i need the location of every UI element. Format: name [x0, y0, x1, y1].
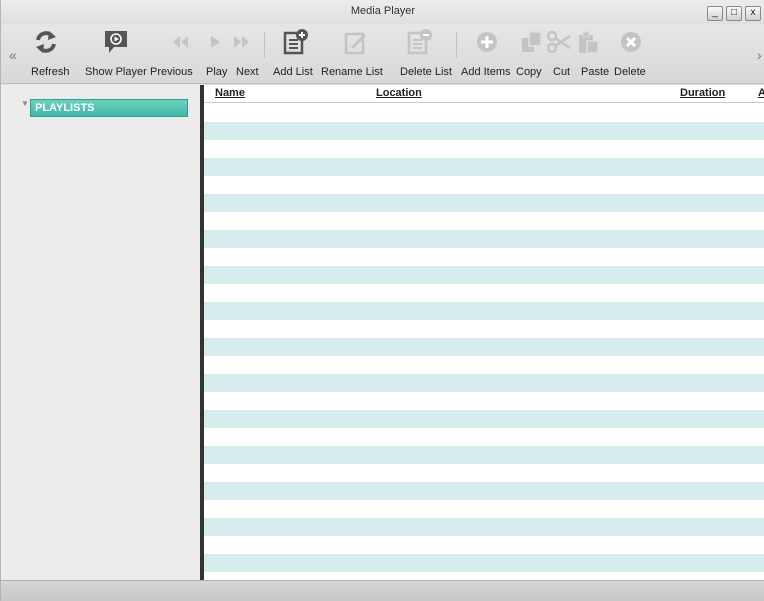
table-row[interactable]: [204, 266, 764, 284]
previous-button[interactable]: Previous: [150, 66, 193, 78]
delete-icon[interactable]: [619, 26, 643, 58]
toolbar-scroll-left-button[interactable]: «: [9, 47, 17, 63]
table-row[interactable]: [204, 140, 764, 158]
toolbar-scroll-right-button[interactable]: ›: [757, 47, 762, 63]
table-row[interactable]: [204, 104, 764, 122]
minimize-button[interactable]: _: [707, 6, 723, 21]
table-row[interactable]: [204, 230, 764, 248]
table-row[interactable]: [204, 374, 764, 392]
delete-list-button[interactable]: Delete List: [400, 66, 452, 78]
add-items-button[interactable]: Add Items: [461, 66, 511, 78]
table-row[interactable]: [204, 176, 764, 194]
paste-button[interactable]: Paste: [581, 66, 609, 78]
table-row[interactable]: [204, 536, 764, 554]
window-title: Media Player: [350, 5, 416, 17]
table-row[interactable]: [204, 248, 764, 266]
refresh-icon[interactable]: [33, 26, 59, 58]
table-row[interactable]: [204, 500, 764, 518]
table-body: [204, 104, 764, 572]
column-header-duration[interactable]: Duration: [680, 87, 725, 99]
add-list-icon[interactable]: [282, 26, 310, 58]
show-player-button[interactable]: Show Player: [85, 66, 147, 78]
table-row[interactable]: [204, 410, 764, 428]
rename-list-button[interactable]: Rename List: [321, 66, 383, 78]
play-button[interactable]: Play: [206, 66, 227, 78]
play-icon[interactable]: [208, 26, 222, 58]
table-row[interactable]: [204, 356, 764, 374]
table-row[interactable]: [204, 554, 764, 572]
table-row[interactable]: [204, 212, 764, 230]
paste-icon[interactable]: [575, 26, 601, 58]
copy-button[interactable]: Copy: [516, 66, 542, 78]
add-list-button[interactable]: Add List: [273, 66, 313, 78]
table-row[interactable]: [204, 428, 764, 446]
delete-button[interactable]: Delete: [614, 66, 646, 78]
column-header-name[interactable]: Name: [215, 87, 245, 99]
expand-arrow-icon[interactable]: ▼: [21, 99, 29, 108]
cut-button[interactable]: Cut: [553, 66, 570, 78]
status-bar: [1, 580, 764, 601]
toolbar: « › Refresh Show Player Previous Play Ne…: [1, 24, 764, 84]
table-row[interactable]: [204, 122, 764, 140]
toolbar-separator: [264, 32, 265, 58]
player-icon[interactable]: [102, 26, 130, 58]
table-row[interactable]: [204, 320, 764, 338]
table-row[interactable]: [204, 194, 764, 212]
table-row[interactable]: [204, 518, 764, 536]
playlists-tree-node[interactable]: PLAYLISTS: [30, 99, 188, 117]
media-list-table: Name Location Duration A: [204, 85, 764, 580]
table-row[interactable]: [204, 446, 764, 464]
next-button[interactable]: Next: [236, 66, 259, 78]
table-row[interactable]: [204, 464, 764, 482]
media-player-window: Media Player _ □ x « › Refresh Show Play…: [0, 0, 764, 601]
table-row[interactable]: [204, 392, 764, 410]
table-row[interactable]: [204, 302, 764, 320]
column-header-location[interactable]: Location: [376, 87, 422, 99]
previous-icon[interactable]: [171, 26, 191, 58]
table-row[interactable]: [204, 482, 764, 500]
playlists-sidebar: ▼ PLAYLISTS: [1, 85, 200, 580]
scissors-icon[interactable]: [546, 26, 572, 58]
delete-list-icon[interactable]: [406, 26, 434, 58]
table-row[interactable]: [204, 158, 764, 176]
copy-icon[interactable]: [518, 26, 546, 58]
table-header: Name Location Duration A: [204, 85, 764, 103]
toolbar-separator: [456, 32, 457, 58]
table-row[interactable]: [204, 338, 764, 356]
close-button[interactable]: x: [745, 6, 761, 21]
rename-list-icon[interactable]: [343, 26, 369, 58]
maximize-button[interactable]: □: [726, 6, 742, 21]
column-header-artist[interactable]: A: [758, 87, 764, 99]
next-icon[interactable]: [231, 26, 251, 58]
refresh-button[interactable]: Refresh: [31, 66, 70, 78]
table-row[interactable]: [204, 284, 764, 302]
add-items-icon[interactable]: [475, 26, 499, 58]
